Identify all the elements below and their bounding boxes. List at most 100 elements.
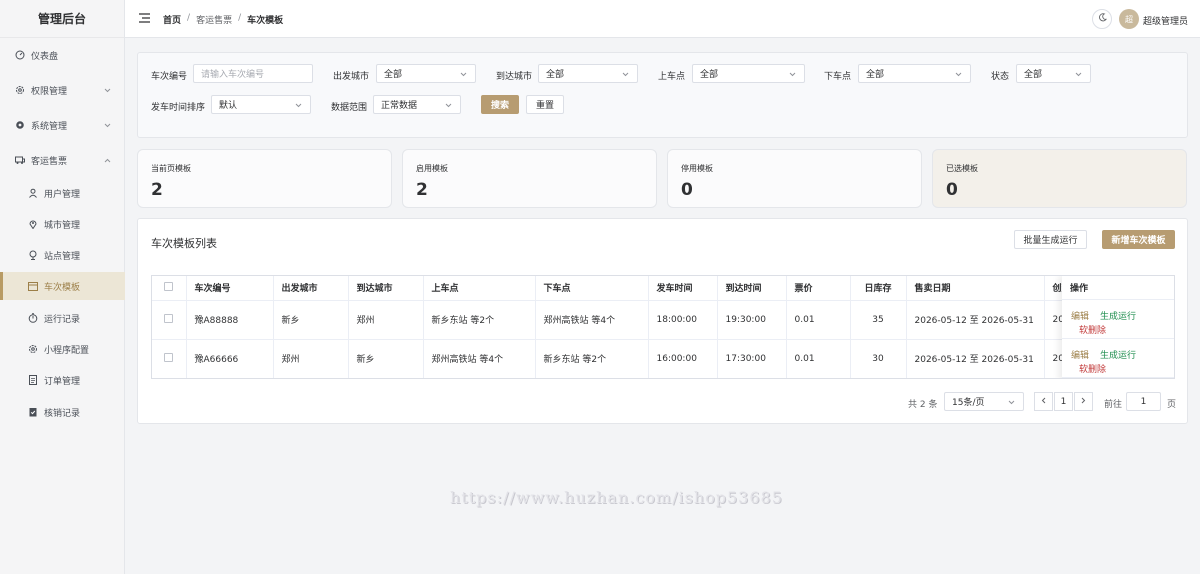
cell-to-city: 郑州 <box>348 300 424 340</box>
chevron-down-icon <box>104 86 111 96</box>
sidebar-item-miniprogram-config[interactable]: 小程序配置 <box>0 335 125 363</box>
generate-run-link[interactable]: 生成运行 <box>1100 348 1136 361</box>
alighting-value: 全部 <box>866 70 885 80</box>
cell-from-city: 郑州 <box>273 339 349 378</box>
calendar-icon <box>28 281 38 291</box>
status-value: 全部 <box>1024 70 1043 80</box>
sidebar: 管理后台 仪表盘 权限管理 系统管理 客运售票 用户管理 城市管理 站点管理 车… <box>0 0 125 574</box>
sidebar-item-stations[interactable]: 站点管理 <box>0 241 125 269</box>
page-size-select[interactable]: 15条/页 <box>944 392 1024 411</box>
cell-train-no: 豫A88888 <box>186 300 274 340</box>
sidebar-item-dashboard[interactable]: 仪表盘 <box>0 41 125 69</box>
row-select-cell <box>152 300 187 340</box>
goto-label: 前往 <box>1104 400 1123 410</box>
sidebar-item-run-records[interactable]: 运行记录 <box>0 304 125 332</box>
timer-icon <box>28 313 38 323</box>
from-city-select[interactable]: 全部 <box>376 64 476 83</box>
breadcrumb-home[interactable]: 首页 <box>163 13 181 26</box>
sidebar-item-verification-records[interactable]: 核销记录 <box>0 398 125 426</box>
theme-toggle-button[interactable] <box>1092 9 1112 29</box>
cog-icon <box>15 120 25 130</box>
stat-label: 当前页模板 <box>151 164 191 173</box>
stat-card-disabled: 停用模板 0 <box>667 149 922 208</box>
column-header: 票价 <box>786 276 851 301</box>
operations-column: 操作 编辑 生成运行 软删除 编辑 生成运行 软删除 <box>1062 276 1174 378</box>
sidebar-item-label: 运行记录 <box>44 314 81 325</box>
edit-link[interactable]: 编辑 <box>1071 309 1089 322</box>
sidebar-item-label: 小程序配置 <box>44 345 90 356</box>
row-checkbox[interactable] <box>164 352 174 362</box>
stat-label: 启用模板 <box>416 164 448 173</box>
cell-arrive-time: 19:30:00 <box>717 300 787 340</box>
template-list-panel: 车次模板列表 批量生成运行 新增车次模板 车次编号 出发城市 到达城市 上车点 … <box>137 218 1188 424</box>
search-button[interactable]: 搜索 <box>481 95 519 114</box>
stat-card-selected: 已选模板 0 <box>932 149 1187 208</box>
table-row: 豫A88888 新乡 郑州 新乡东站 等2个 郑州高铁站 等4个 18:00:0… <box>152 300 1174 340</box>
sort-select[interactable]: 默认 <box>211 95 311 114</box>
scope-label: 数据范围 <box>331 103 368 113</box>
username[interactable]: 超级管理员 <box>1143 14 1188 27</box>
batch-generate-button[interactable]: 批量生成运行 <box>1014 230 1087 249</box>
stat-value: 0 <box>946 180 958 200</box>
column-header: 上车点 <box>423 276 536 301</box>
column-header: 车次编号 <box>186 276 274 301</box>
sidebar-item-ticketing[interactable]: 客运售票 <box>0 146 125 174</box>
sidebar-item-orders[interactable]: 订单管理 <box>0 366 125 394</box>
generate-run-link[interactable]: 生成运行 <box>1100 309 1136 322</box>
sidebar-item-users[interactable]: 用户管理 <box>0 179 125 207</box>
cell-price: 0.01 <box>786 300 851 340</box>
alighting-label: 下车点 <box>824 72 852 82</box>
goto-page-input[interactable]: 1 <box>1126 392 1161 411</box>
breadcrumb-ticketing[interactable]: 客运售票 <box>196 13 232 26</box>
soft-delete-link[interactable]: 软删除 <box>1079 323 1106 336</box>
boarding-select[interactable]: 全部 <box>692 64 805 83</box>
row-checkbox[interactable] <box>164 313 174 323</box>
boarding-label: 上车点 <box>658 72 686 82</box>
from-city-label: 出发城市 <box>333 72 370 82</box>
cell-alighting: 郑州高铁站 等4个 <box>535 300 649 340</box>
train-no-label: 车次编号 <box>151 72 188 82</box>
prev-page-button[interactable] <box>1034 392 1053 411</box>
next-page-button[interactable] <box>1074 392 1093 411</box>
edit-link[interactable]: 编辑 <box>1071 348 1089 361</box>
sidebar-item-label: 仪表盘 <box>31 51 59 62</box>
column-header: 日库存 <box>850 276 907 301</box>
menu-toggle-icon[interactable] <box>139 13 150 26</box>
soft-delete-link[interactable]: 软删除 <box>1079 362 1106 375</box>
sidebar-item-system[interactable]: 系统管理 <box>0 111 125 139</box>
sidebar-item-permissions[interactable]: 权限管理 <box>0 76 125 104</box>
status-label: 状态 <box>991 72 1010 82</box>
sidebar-item-cities[interactable]: 城市管理 <box>0 210 125 238</box>
table-header-row: 车次编号 出发城市 到达城市 上车点 下车点 发车时间 到达时间 票价 日库存 … <box>152 276 1174 301</box>
chevron-right-icon <box>1081 397 1086 407</box>
to-city-select[interactable]: 全部 <box>538 64 638 83</box>
page-number-button[interactable]: 1 <box>1054 392 1073 411</box>
page-suffix-label: 页 <box>1167 400 1177 410</box>
list-title: 车次模板列表 <box>151 237 217 250</box>
select-all-cell <box>152 276 187 301</box>
chevron-down-icon <box>445 101 452 111</box>
add-template-button[interactable]: 新增车次模板 <box>1102 230 1175 249</box>
avatar[interactable]: 超 <box>1119 9 1139 29</box>
column-header: 售卖日期 <box>906 276 1045 301</box>
column-header: 出发城市 <box>273 276 349 301</box>
cell-to-city: 新乡 <box>348 339 424 378</box>
cell-sale-period: 2026-05-12 至 2026-05-31 <box>906 339 1045 378</box>
breadcrumb-current: 车次模板 <box>247 16 284 26</box>
sidebar-item-train-templates[interactable]: 车次模板 <box>0 272 125 300</box>
select-all-checkbox[interactable] <box>164 281 174 291</box>
top-header: 首页 / 客运售票 / 车次模板 超 超级管理员 <box>125 0 1200 38</box>
chevron-down-icon <box>789 70 796 80</box>
chevron-down-icon <box>955 70 962 80</box>
chevron-down-icon <box>460 70 467 80</box>
alighting-select[interactable]: 全部 <box>858 64 971 83</box>
status-select[interactable]: 全部 <box>1016 64 1091 83</box>
reset-button[interactable]: 重置 <box>526 95 564 114</box>
scope-select[interactable]: 正常数据 <box>373 95 461 114</box>
stat-label: 停用模板 <box>681 164 713 173</box>
sidebar-item-label: 客运售票 <box>31 156 68 167</box>
train-no-input[interactable]: 请输入车次编号 <box>193 64 313 83</box>
gear-icon <box>15 85 25 95</box>
cell-depart-time: 16:00:00 <box>648 339 718 378</box>
row-select-cell <box>152 339 187 378</box>
